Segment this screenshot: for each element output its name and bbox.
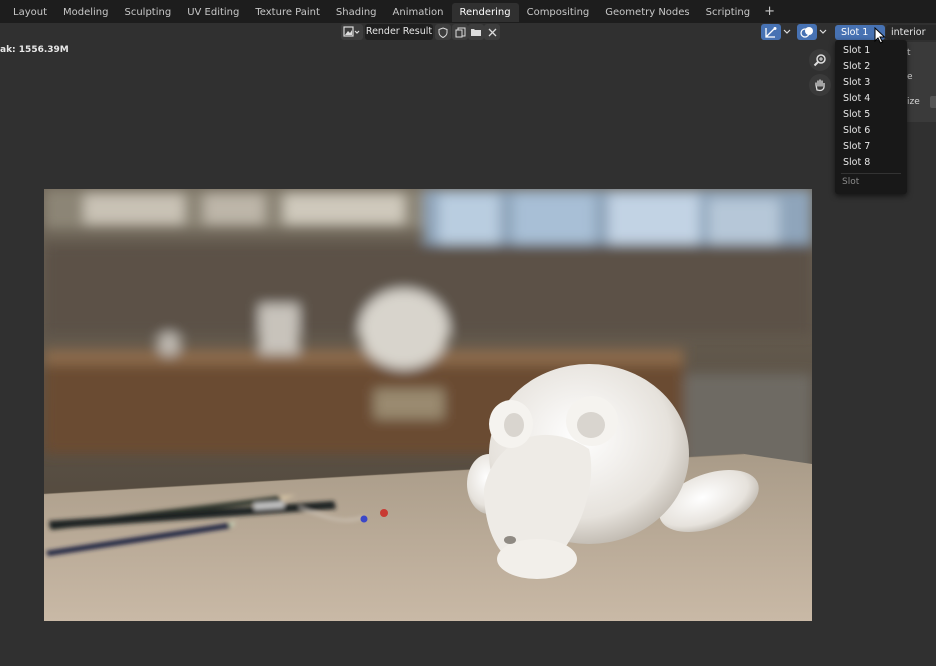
slot-dropdown-menu: Slot 1 Slot 2 Slot 3 Slot 4 Slot 5 Slot 6 Slot…: [835, 40, 907, 194]
image-icon: [343, 26, 360, 37]
tab-scripting[interactable]: Scripting: [698, 3, 758, 22]
tab-uv-editing[interactable]: UV Editing: [179, 3, 247, 22]
tab-modeling[interactable]: Modeling: [55, 3, 117, 22]
sidebar-label-1: t: [907, 48, 911, 58]
image-editor-header: Render Result Slot 1 interior: [0, 23, 936, 42]
duplicate-button[interactable]: [452, 24, 468, 40]
tab-sculpting[interactable]: Sculpting: [117, 3, 180, 22]
slot-menu-item[interactable]: Slot 7: [843, 140, 870, 154]
tab-compositing[interactable]: Compositing: [519, 3, 598, 22]
zoom-icon: [813, 54, 826, 67]
slot-menu-item[interactable]: Slot 3: [843, 76, 870, 90]
slot-menu-item[interactable]: Slot 4: [843, 92, 870, 106]
tab-rendering[interactable]: Rendering: [451, 3, 519, 22]
hand-icon: [815, 79, 825, 92]
folder-icon: [471, 29, 481, 36]
tab-animation[interactable]: Animation: [385, 3, 452, 22]
menu-title: Slot: [842, 177, 860, 187]
zoom-button[interactable]: [809, 49, 831, 71]
overlay-dropdown[interactable]: [817, 24, 829, 40]
shield-icon: [438, 26, 448, 38]
open-image-button[interactable]: [468, 24, 484, 40]
chevron-down-icon: [819, 29, 827, 34]
tab-texture-paint[interactable]: Texture Paint: [247, 3, 328, 22]
mouse-cursor-icon: [874, 27, 886, 44]
tab-geometry-nodes[interactable]: Geometry Nodes: [597, 3, 697, 22]
overlay-icon: [800, 26, 813, 38]
tab-shading[interactable]: Shading: [328, 3, 385, 22]
sidebar-field[interactable]: [930, 96, 936, 108]
render-image: [44, 189, 812, 621]
image-type-button[interactable]: [341, 24, 363, 40]
pan-button[interactable]: [809, 74, 831, 96]
slot-menu-item[interactable]: Slot 5: [843, 108, 870, 122]
sidebar-label-3: ize: [907, 97, 920, 107]
slot-menu-item[interactable]: Slot 6: [843, 124, 870, 138]
render-stats-text: ak: 1556.39M: [0, 45, 69, 55]
render-layer-select[interactable]: interior: [886, 25, 936, 40]
unlink-button[interactable]: [484, 24, 500, 40]
sidebar-label-2: e: [907, 72, 913, 82]
slot-menu-item[interactable]: Slot 2: [843, 60, 870, 74]
workspace-tabs: Layout Modeling Sculpting UV Editing Texture…: [0, 1, 781, 22]
gizmo-toggle-button[interactable]: [761, 24, 781, 40]
overlay-toggle-button[interactable]: [797, 24, 817, 40]
fake-user-button[interactable]: [435, 24, 451, 40]
add-workspace-button[interactable]: +: [758, 2, 781, 21]
copy-icon: [455, 27, 465, 37]
slot-menu-item[interactable]: Slot 8: [843, 156, 870, 170]
menu-separator: [841, 173, 901, 174]
chevron-down-icon: [783, 29, 791, 34]
render-result-image: [44, 189, 812, 621]
gizmo-dropdown[interactable]: [781, 24, 793, 40]
slot-menu-item[interactable]: Slot 1: [843, 44, 870, 58]
workspace-tab-bar: Layout Modeling Sculpting UV Editing Texture…: [0, 0, 936, 23]
image-name-field[interactable]: Render Result: [365, 24, 433, 40]
gizmo-icon: [765, 26, 777, 38]
tab-layout[interactable]: Layout: [5, 3, 55, 22]
close-icon: [488, 28, 496, 36]
